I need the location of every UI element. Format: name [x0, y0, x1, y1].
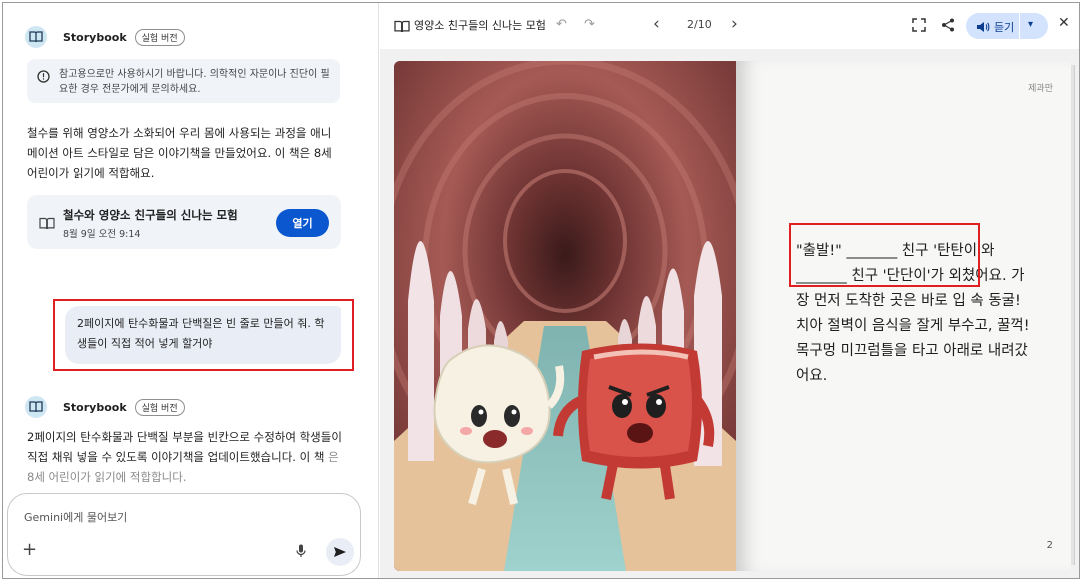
disclaimer-text: 참고용으로만 사용하시기 바랍니다. 의학적인 자문이나 진단이 필요한 경우 … — [59, 69, 330, 95]
book-icon — [29, 401, 43, 413]
book-icon — [39, 215, 55, 234]
mouth-cave-illustration — [394, 61, 736, 571]
speaker-icon — [976, 19, 990, 38]
chevron-down-icon[interactable]: ▾ — [1028, 19, 1033, 30]
book-canvas: 제과만 "출발!" _______ 친구 '탄탄이'와 _______ 친구 '… — [380, 49, 1079, 578]
bot-message: 철수를 위해 영양소가 소화되어 우리 몸에 사용되는 과정을 애니메이션 아트… — [27, 126, 332, 180]
experimental-badge: 실험 버전 — [134, 28, 185, 46]
experimental-badge: 실험 버전 — [134, 398, 185, 416]
close-icon[interactable]: ✕ — [1058, 15, 1070, 31]
bot-name: Storybook — [63, 400, 127, 414]
page-indicator: 2/10 — [687, 18, 712, 31]
listen-label: 듣기 — [994, 21, 1015, 34]
mic-icon[interactable] — [296, 543, 306, 562]
card-title: 철수와 영양소 친구들의 신나는 모험 — [63, 208, 238, 222]
bot-message: 2페이지의 탄수화물과 단백질 부분을 빈칸으로 수정하여 학생들이 직접 채워… — [27, 427, 345, 487]
previous-page-button[interactable]: ‹ — [653, 14, 660, 34]
divider — [1019, 13, 1020, 39]
author-name: 제과만 — [1028, 84, 1053, 94]
bot-header: Storybook 실험 버전 — [25, 395, 185, 419]
prompt-composer[interactable]: Gemini에게 물어보기 + — [7, 493, 361, 576]
listen-button[interactable]: 듣기 ▾ — [966, 13, 1048, 39]
illustration-page — [394, 61, 736, 571]
highlight-box — [53, 299, 354, 371]
viewer-toolbar: 영양소 친구들의 신나는 모험 ↶ ↷ ‹ 2/10 › 듣기 ▾ ✕ — [380, 3, 1079, 49]
fullscreen-icon[interactable] — [912, 17, 926, 36]
redo-icon[interactable]: ↷ — [584, 17, 595, 32]
storybook-viewer: 영양소 친구들의 신나는 모험 ↶ ↷ ‹ 2/10 › 듣기 ▾ ✕ 제과만 … — [380, 3, 1079, 578]
page-number: 2 — [1046, 540, 1053, 551]
info-icon — [37, 68, 51, 95]
text-page: 제과만 "출발!" _______ 친구 '탄탄이'와 _______ 친구 '… — [736, 61, 1075, 571]
storybook-avatar — [25, 396, 47, 418]
book-icon — [394, 18, 410, 37]
send-icon — [334, 547, 346, 557]
prompt-input[interactable]: Gemini에게 물어보기 — [24, 509, 127, 525]
disclaimer-notice: 참고용으로만 사용하시기 바랍니다. 의학적인 자문이나 진단이 필요한 경우 … — [27, 59, 340, 103]
card-timestamp: 8월 9일 오전 9:14 — [63, 229, 141, 240]
screen: Storybook 실험 버전 참고용으로만 사용하시기 바랍니다. 의학적인 … — [2, 2, 1080, 579]
bot-header: Storybook 실험 버전 — [25, 25, 185, 49]
highlight-box — [789, 223, 980, 287]
next-page-button[interactable]: › — [731, 14, 738, 34]
open-button[interactable]: 열기 — [276, 209, 329, 237]
chat-pane: Storybook 실험 버전 참고용으로만 사용하시기 바랍니다. 의학적인 … — [3, 3, 379, 578]
undo-icon[interactable]: ↶ — [556, 17, 567, 32]
book-icon — [29, 31, 43, 43]
storybook-avatar — [25, 26, 47, 48]
page-edge — [1071, 65, 1075, 565]
add-icon[interactable]: + — [22, 540, 37, 560]
storybook-card[interactable]: 철수와 영양소 친구들의 신나는 모험 8월 9일 오전 9:14 열기 — [27, 195, 341, 249]
open-book: 제과만 "출발!" _______ 친구 '탄탄이'와 _______ 친구 '… — [394, 61, 1075, 571]
share-icon[interactable] — [941, 17, 955, 36]
message-text: 2페이지의 탄수화물과 단백질 부분을 빈칸으로 수정하여 학생들이 직접 채워… — [27, 430, 342, 464]
send-button[interactable] — [326, 538, 354, 566]
viewer-title: 영양소 친구들의 신나는 모험 — [414, 19, 546, 32]
bot-name: Storybook — [63, 30, 127, 44]
